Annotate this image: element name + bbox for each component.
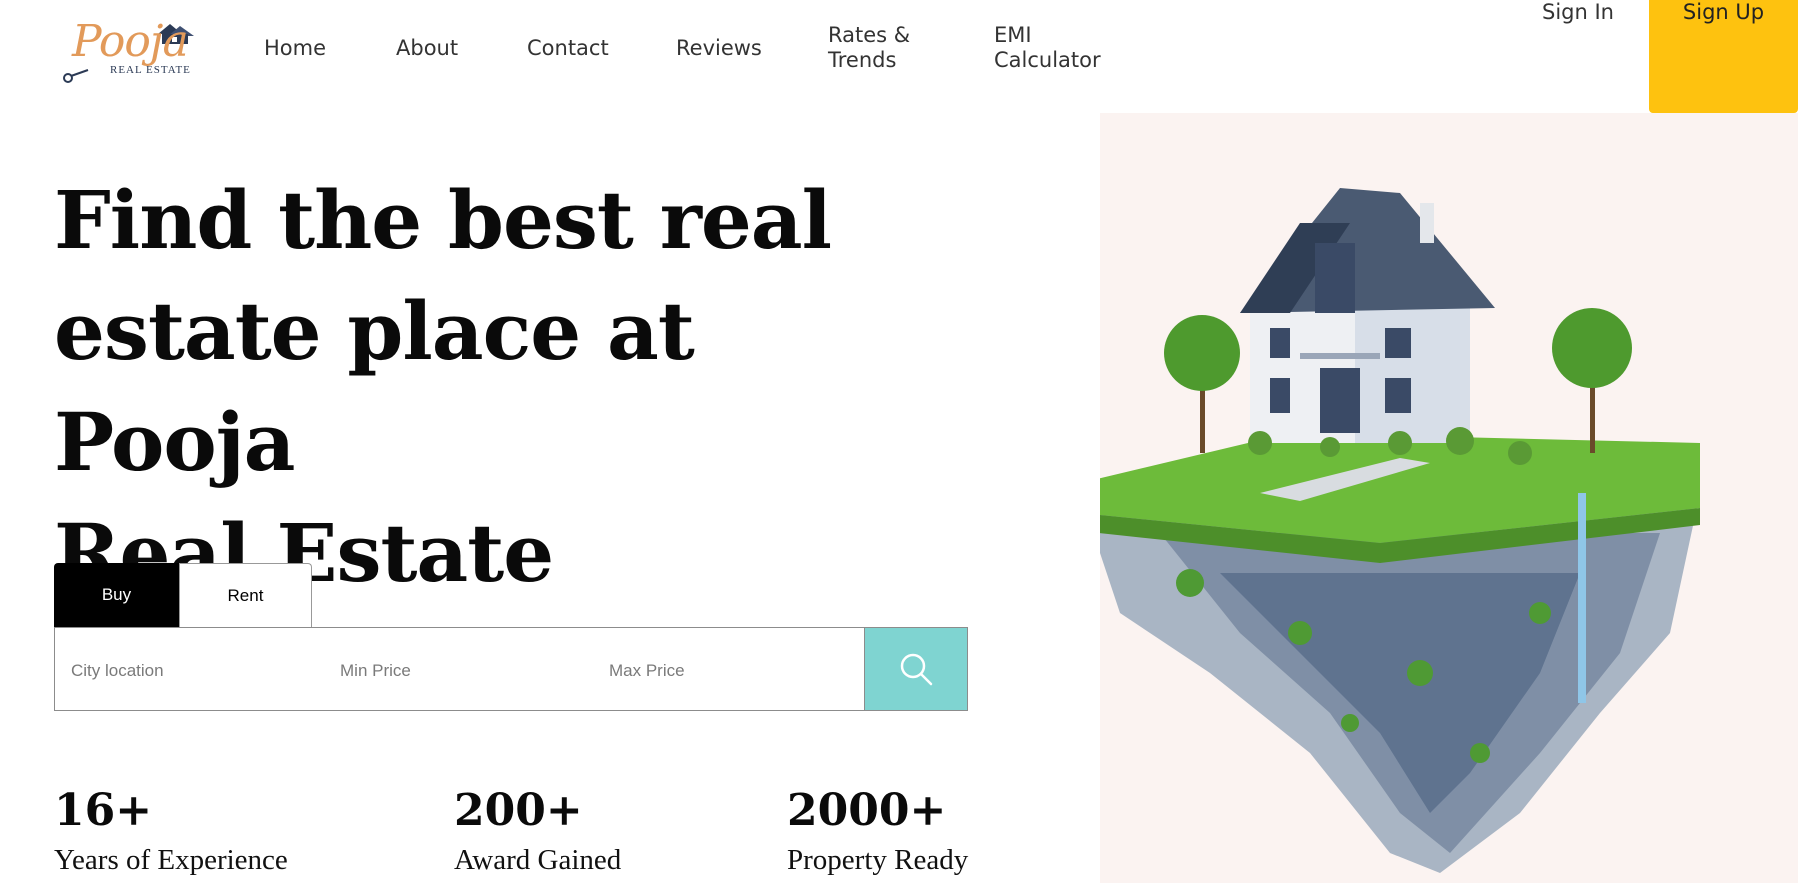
nav-rates-trends[interactable]: Rates & Trends	[828, 23, 910, 73]
hero-line-2: estate place at Pooja	[54, 284, 695, 489]
search-button[interactable]	[864, 627, 968, 711]
min-price-input[interactable]	[338, 648, 582, 694]
max-price-input[interactable]	[607, 648, 851, 694]
stat-awards: 200+ Award Gained	[454, 786, 621, 878]
nav-emi-calculator[interactable]: EMI Calculator	[994, 23, 1101, 73]
stat-experience: 16+ Years of Experience	[54, 786, 288, 878]
stat-properties-label: Property Ready	[787, 844, 969, 876]
city-location-input[interactable]	[69, 648, 313, 694]
nav-rates-label-line1: Rates &	[828, 23, 911, 47]
property-search-bar	[54, 627, 968, 711]
brand-subtitle: REAL ESTATE	[110, 64, 191, 76]
stat-awards-value: 200+	[454, 785, 583, 836]
hero-line-1: Find the best real	[54, 173, 832, 267]
stat-experience-value: 16+	[54, 785, 153, 836]
hero-illustration	[1080, 113, 1798, 883]
brand-logo[interactable]: Pooja REAL ESTATE	[58, 14, 198, 86]
brand-script: Pooja	[72, 16, 189, 67]
nav-reviews[interactable]: Reviews	[676, 36, 762, 61]
search-icon	[900, 653, 933, 686]
nav-emi-label-line2: Calculator	[994, 48, 1101, 72]
stat-properties-value: 2000+	[787, 785, 947, 836]
tab-rent[interactable]: Rent	[179, 563, 312, 627]
sign-in-link[interactable]: Sign In	[1542, 0, 1614, 24]
nav-about[interactable]: About	[396, 36, 458, 61]
nav-home[interactable]: Home	[264, 36, 326, 61]
tab-buy[interactable]: Buy	[54, 563, 179, 627]
stat-properties: 2000+ Property Ready	[787, 786, 968, 878]
nav-emi-label-line1: EMI	[994, 23, 1032, 47]
stat-awards-label: Award Gained	[454, 844, 622, 876]
stat-experience-label: Years of Experience	[54, 844, 288, 876]
hero-headline: Find the best real estate place at Pooja…	[54, 165, 954, 609]
nav-rates-label-line2: Trends	[828, 48, 897, 72]
floating-house-image	[1080, 188, 1700, 873]
nav-contact[interactable]: Contact	[527, 36, 609, 61]
sign-up-label: Sign Up	[1682, 0, 1765, 24]
sign-up-button[interactable]: Sign Up	[1649, 0, 1798, 113]
